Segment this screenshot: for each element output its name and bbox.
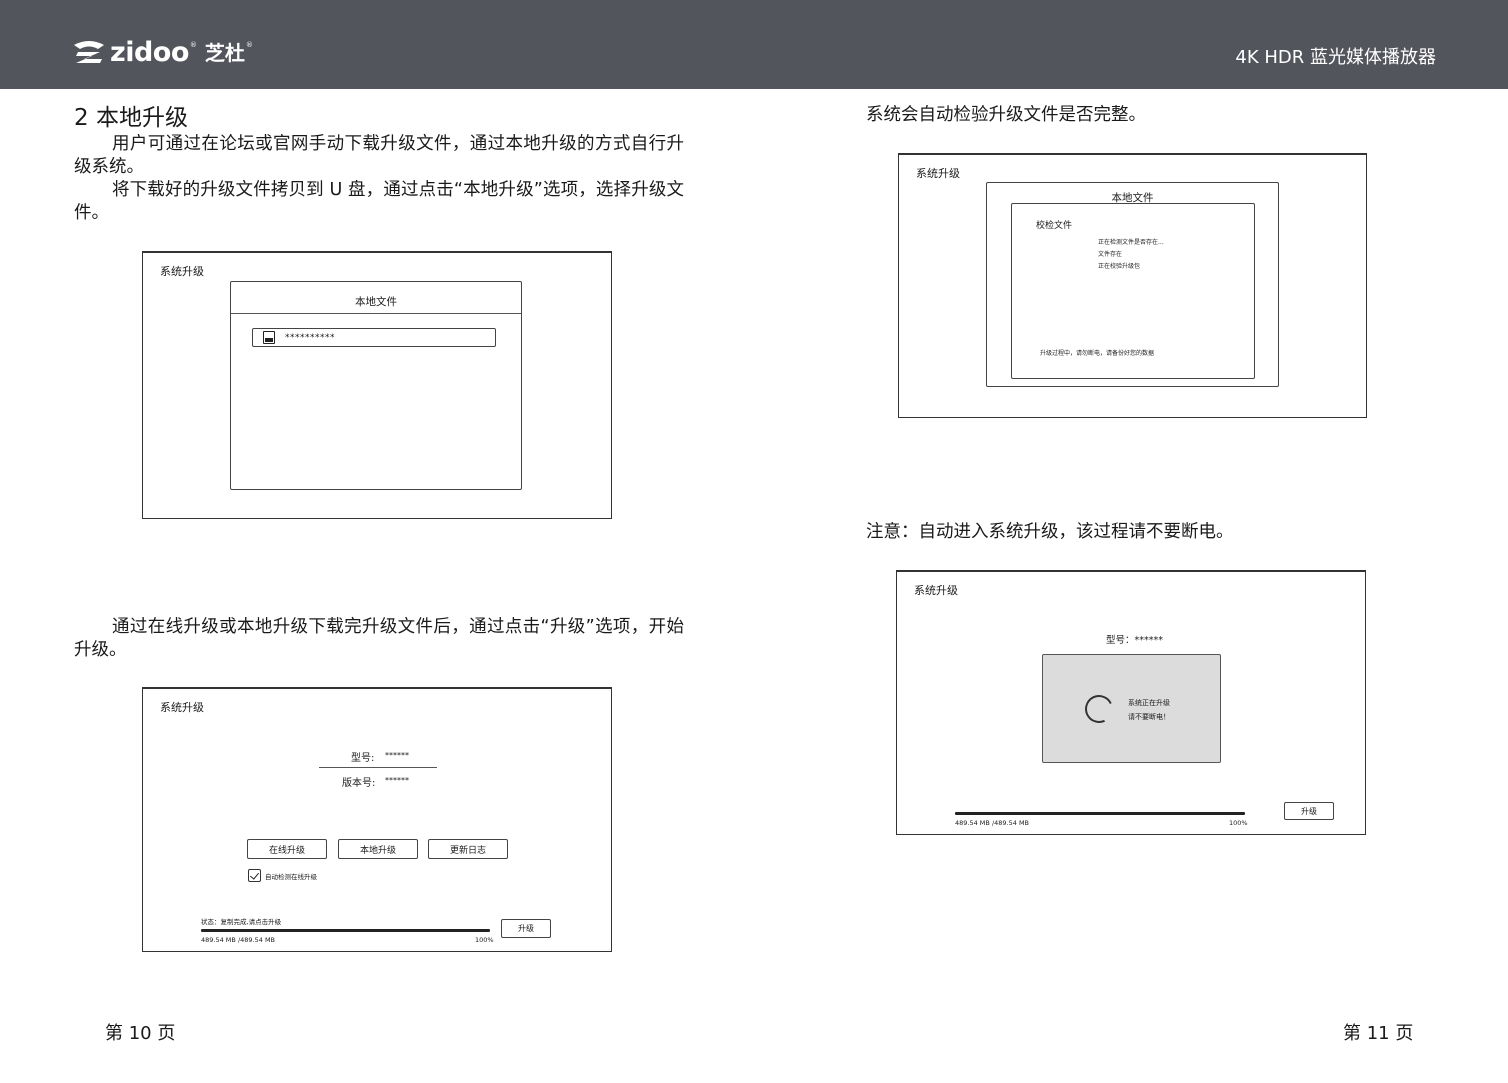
brand-name-cn: 芝杜 (204, 41, 245, 65)
model-value: ****** (385, 751, 409, 760)
verify-line-1: 正在检测文件是否存在... (1098, 239, 1164, 246)
screen-title: 系统升级 (160, 265, 204, 278)
screenshot-local-file: 系统升级 本地文件 ********** (142, 251, 612, 519)
verify-warning: 升级过程中，请勿断电，请备份好您的数据 (1040, 350, 1155, 357)
dialog-divider (231, 313, 521, 314)
verify-line-2: 文件存在 (1098, 251, 1123, 258)
screenshot-system-upgrade: 系统升级 型号: ****** 版本号: ****** 在线升级 本地升级 更新… (142, 687, 612, 952)
local-file-dialog: 本地文件 ********** (230, 281, 522, 490)
zidoo-logo: zidoo ® 芝杜 ® (72, 36, 253, 70)
percent-text: 100% (475, 936, 494, 944)
verify-title: 校检文件 (1036, 221, 1073, 231)
registered-mark-cn: ® (245, 41, 253, 49)
version-value: ****** (385, 776, 409, 785)
changelog-button[interactable]: 更新日志 (428, 839, 508, 859)
paragraph-2: 将下载好的升级文件拷贝到 U 盘，通过点击“本地升级”选项，选择升级文件。 (74, 180, 684, 223)
paragraph-1: 用户可通过在论坛或官网手动下载升级文件，通过本地升级的方式自行升级系统。 (74, 134, 684, 177)
screen-title: 系统升级 (160, 701, 204, 714)
online-upgrade-button[interactable]: 在线升级 (247, 839, 327, 859)
screen-title: 系统升级 (914, 584, 958, 597)
upgrading-line-1: 系统正在升级 (1128, 699, 1170, 707)
dialog-title: 本地文件 (355, 296, 397, 308)
product-title: 4K HDR 蓝光媒体播放器 (1235, 47, 1436, 68)
upgrading-line-2: 请不要断电！ (1128, 713, 1170, 721)
upgrade-button[interactable]: 升级 (1284, 802, 1334, 820)
verify-file-dialog: 校检文件 正在检测文件是否存在... 文件存在 正在校验升级包 升级过程中，请勿… (1011, 203, 1255, 379)
local-upgrade-button[interactable]: 本地升级 (338, 839, 418, 859)
screen-title: 系统升级 (916, 167, 960, 180)
zidoo-logo-icon (74, 41, 104, 63)
upgrading-panel: 系统正在升级 请不要断电！ (1042, 654, 1221, 763)
paragraph-3: 通过在线升级或本地升级下载完升级文件后，通过点击“升级”选项，开始升级。 (74, 617, 684, 660)
upgrade-progress-bar (955, 812, 1245, 815)
size-text: 489.54 MB /489.54 MB (201, 936, 276, 944)
upgrade-button[interactable]: 升级 (501, 919, 551, 938)
auto-check-checkbox[interactable] (248, 869, 261, 882)
verify-text: 系统会自动检验升级文件是否完整。 (866, 105, 1146, 125)
loading-spinner-icon (1081, 691, 1117, 727)
version-label: 版本号: (342, 778, 376, 789)
file-list-item[interactable]: ********** (252, 328, 496, 347)
page-header: zidoo ® 芝杜 ® 4K HDR 蓝光媒体播放器 (0, 0, 1508, 89)
model-divider (319, 767, 437, 768)
size-text: 489.54 MB /489.54 MB (955, 819, 1030, 827)
screenshot-upgrading: 系统升级 型号：****** 系统正在升级 请不要断电！ 489.54 MB /… (896, 570, 1366, 835)
upgrade-progress-fill (201, 929, 490, 932)
verify-line-3: 正在校验升级包 (1098, 263, 1141, 270)
status-text: 状态：复制完成,请点击升级 (201, 918, 282, 926)
screenshot-verify-file: 系统升级 本地文件 校检文件 正在检测文件是否存在... 文件存在 正在校验升级… (898, 153, 1367, 418)
model-text: 型号：****** (1106, 635, 1164, 646)
zip-file-icon (263, 331, 275, 344)
model-label: 型号: (351, 753, 375, 764)
warning-text: 注意：自动进入系统升级，该过程请不要断电。 (866, 522, 1234, 542)
auto-check-label: 自动检测在线升级 (265, 873, 317, 881)
file-name: ********** (285, 332, 335, 343)
registered-mark: ® (189, 41, 197, 49)
page-number-left: 第 10 页 (105, 1023, 176, 1044)
page-number-right: 第 11 页 (1343, 1023, 1414, 1044)
local-file-dialog: 本地文件 校检文件 正在检测文件是否存在... 文件存在 正在校验升级包 升级过… (986, 182, 1279, 387)
section-title: 2 本地升级 (74, 105, 188, 131)
brand-name: zidoo (110, 37, 189, 68)
upgrade-progress-bar (201, 929, 490, 932)
upgrade-progress-fill (955, 812, 1245, 815)
percent-text: 100% (1229, 819, 1248, 827)
